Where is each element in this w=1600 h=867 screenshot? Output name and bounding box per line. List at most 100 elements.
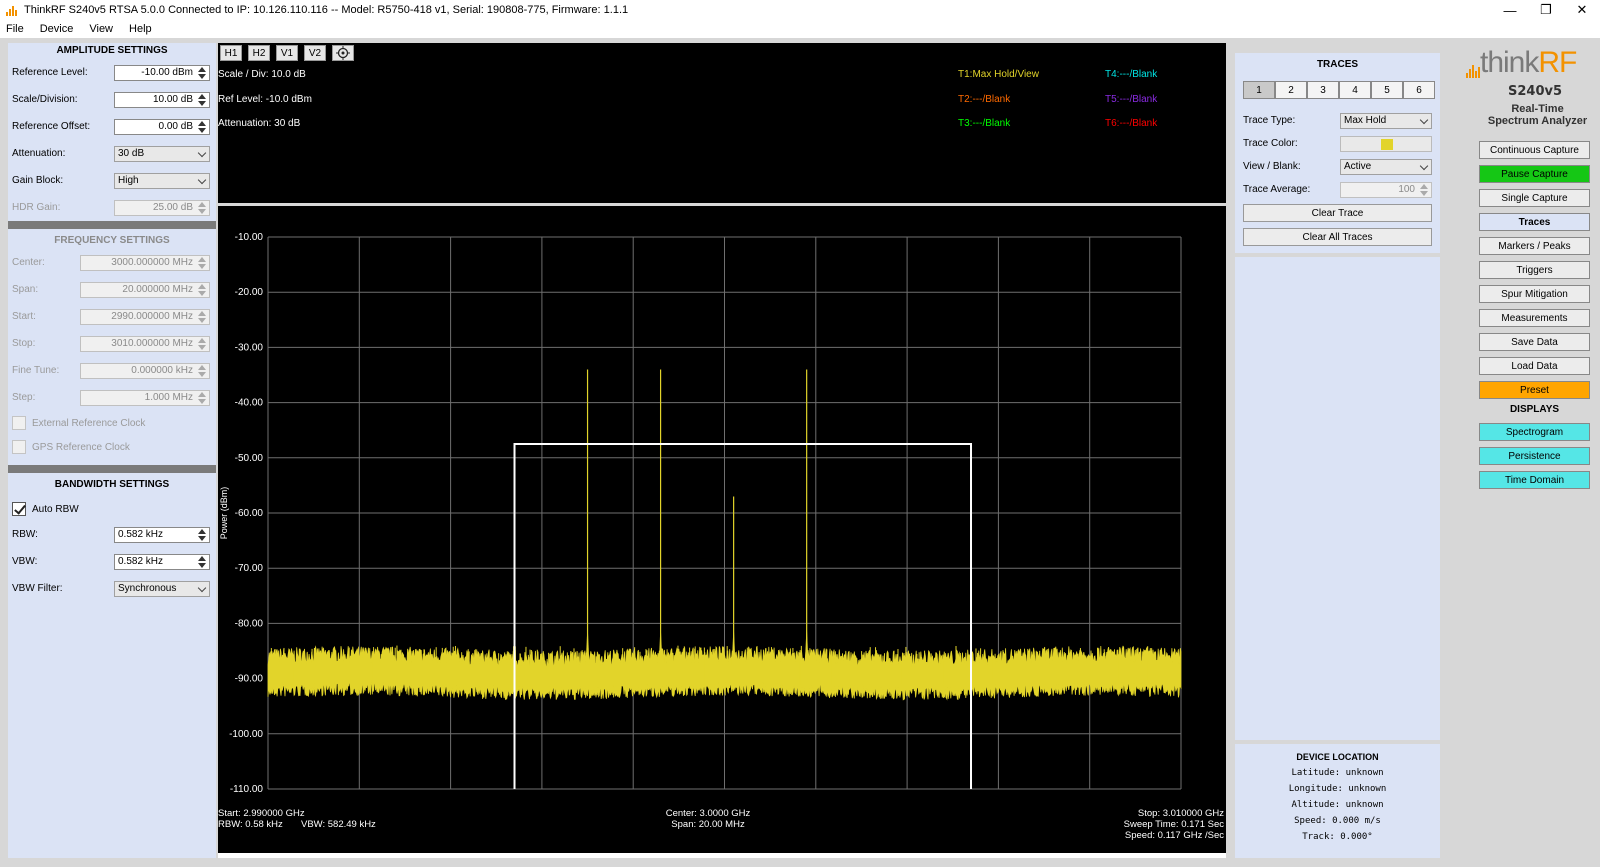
- y-tick-label: -50.00: [235, 453, 264, 464]
- reference-offset-input[interactable]: 0.00 dB: [114, 118, 210, 135]
- vbw-row: VBW: 0.582 kHz: [8, 548, 216, 575]
- chevron-down-icon: [197, 175, 207, 184]
- stop-input[interactable]: 3010.000000 MHz: [80, 335, 210, 352]
- close-button[interactable]: ✕: [1564, 0, 1600, 20]
- color-swatch-icon: [1381, 138, 1393, 150]
- v1-marker-button[interactable]: V1: [276, 45, 298, 61]
- spin-arrows-icon[interactable]: [1418, 183, 1430, 196]
- trace-average-input[interactable]: 100: [1340, 181, 1432, 198]
- gain-block-select[interactable]: High: [114, 172, 210, 189]
- markers-peaks-button[interactable]: Markers / Peaks: [1479, 237, 1590, 255]
- spin-arrows-icon[interactable]: [196, 337, 208, 350]
- trace-type-select[interactable]: Max Hold: [1340, 112, 1432, 129]
- span-value: 20.000000 MHz: [122, 284, 193, 295]
- crosshair-icon[interactable]: [332, 45, 354, 61]
- spin-arrows-icon[interactable]: [196, 391, 208, 404]
- stop-row: Stop: 3010.000000 MHz: [8, 330, 216, 357]
- restore-button[interactable]: ❐: [1528, 0, 1564, 20]
- rbw-input[interactable]: 0.582 kHz: [114, 526, 210, 543]
- speed-readout: Speed: 0.000 m/s: [1294, 816, 1381, 826]
- clear-trace-button[interactable]: Clear Trace: [1243, 204, 1432, 222]
- spin-arrows-icon[interactable]: [196, 66, 208, 79]
- trace-type-value: Max Hold: [1344, 115, 1387, 126]
- attenuation-row: Attenuation: 30 dB: [8, 140, 216, 167]
- trace-tab-5[interactable]: 5: [1371, 81, 1403, 99]
- spur-mitigation-button[interactable]: Spur Mitigation: [1479, 285, 1590, 303]
- spectrum-plot[interactable]: -10.00 -20.00 -30.00 -40.00 -50.00 -60.00 -70.…: [218, 206, 1226, 853]
- spin-arrows-icon[interactable]: [196, 256, 208, 269]
- spectrogram-button[interactable]: Spectrogram: [1479, 423, 1590, 441]
- trace-1-noise-floor: [267, 645, 1182, 701]
- spin-arrows-icon[interactable]: [196, 555, 208, 568]
- spin-arrows-icon[interactable]: [196, 283, 208, 296]
- attenuation-select[interactable]: 30 dB: [114, 145, 210, 162]
- traces-button[interactable]: Traces: [1479, 213, 1590, 231]
- spin-arrows-icon[interactable]: [196, 310, 208, 323]
- trace-legend-t3: T3:---/Blank: [958, 118, 1011, 129]
- trace-average-row: Trace Average: 100: [1235, 178, 1440, 201]
- scale-division-row: Scale/Division: 10.00 dB: [8, 86, 216, 113]
- trace-tab-1[interactable]: 1: [1243, 81, 1275, 99]
- clear-all-traces-button[interactable]: Clear All Traces: [1243, 228, 1432, 246]
- trace-tab-4[interactable]: 4: [1339, 81, 1371, 99]
- single-capture-button[interactable]: Single Capture: [1479, 189, 1590, 207]
- footer-speed: Speed: 0.117 GHz /Sec: [1125, 830, 1224, 841]
- scale-division-input[interactable]: 10.00 dB: [114, 91, 210, 108]
- minimize-button[interactable]: —: [1492, 0, 1528, 20]
- trace-tab-6[interactable]: 6: [1403, 81, 1435, 99]
- displays-heading: DISPLAYS: [1509, 404, 1560, 415]
- reference-level-row: Reference Level: -10.00 dBm: [8, 59, 216, 86]
- y-tick-label: -100.00: [229, 729, 263, 740]
- vbw-filter-select[interactable]: Synchronous: [114, 580, 210, 597]
- pause-capture-button[interactable]: Pause Capture: [1479, 165, 1590, 183]
- altitude-readout: Altitude: unknown: [1291, 800, 1384, 810]
- gps-reference-clock-checkbox[interactable]: GPS Reference Clock: [8, 435, 216, 459]
- reference-offset-label: Reference Offset:: [12, 121, 91, 132]
- center-value: 3000.000000 MHz: [111, 257, 193, 268]
- fine-tune-input[interactable]: 0.000000 kHz: [80, 362, 210, 379]
- menu-file[interactable]: File: [6, 23, 24, 35]
- device-location-heading: DEVICE LOCATION: [1296, 752, 1379, 762]
- settings-panel: AMPLITUDE SETTINGS Reference Level: -10.…: [8, 43, 216, 858]
- fine-tune-value: 0.000000 kHz: [131, 365, 193, 376]
- vbw-input[interactable]: 0.582 kHz: [114, 553, 210, 570]
- spin-arrows-icon[interactable]: [196, 528, 208, 541]
- auto-rbw-checkbox[interactable]: Auto RBW: [8, 497, 216, 521]
- trace-tab-2[interactable]: 2: [1275, 81, 1307, 99]
- traces-panel-empty: [1235, 257, 1440, 740]
- time-domain-button[interactable]: Time Domain: [1479, 471, 1590, 489]
- menu-help[interactable]: Help: [129, 23, 152, 35]
- menu-view[interactable]: View: [89, 23, 113, 35]
- hdr-gain-input[interactable]: 25.00 dB: [114, 199, 210, 216]
- start-input[interactable]: 2990.000000 MHz: [80, 308, 210, 325]
- step-input[interactable]: 1.000 MHz: [80, 389, 210, 406]
- amplitude-settings-heading: AMPLITUDE SETTINGS: [56, 45, 168, 56]
- checkbox-icon: [12, 502, 26, 516]
- spin-arrows-icon[interactable]: [196, 120, 208, 133]
- h1-marker-button[interactable]: H1: [220, 45, 242, 61]
- view-blank-select[interactable]: Active: [1340, 158, 1432, 175]
- triggers-button[interactable]: Triggers: [1479, 261, 1590, 279]
- spin-arrows-icon[interactable]: [196, 201, 208, 214]
- center-input[interactable]: 3000.000000 MHz: [80, 254, 210, 271]
- reference-level-input[interactable]: -10.00 dBm: [114, 64, 210, 81]
- preset-button[interactable]: Preset: [1479, 381, 1590, 399]
- external-reference-clock-checkbox[interactable]: External Reference Clock: [8, 411, 216, 435]
- menu-device[interactable]: Device: [40, 23, 74, 35]
- trace-tab-3[interactable]: 3: [1307, 81, 1339, 99]
- spectrum-plot-svg[interactable]: -10.00 -20.00 -30.00 -40.00 -50.00 -60.00 -70.…: [218, 206, 1226, 853]
- load-data-button[interactable]: Load Data: [1479, 357, 1590, 375]
- reference-offset-row: Reference Offset: 0.00 dB: [8, 113, 216, 140]
- trace-color-picker[interactable]: [1340, 135, 1432, 152]
- trace-legend-t6: T6:---/Blank: [1105, 118, 1158, 129]
- save-data-button[interactable]: Save Data: [1479, 333, 1590, 351]
- persistence-button[interactable]: Persistence: [1479, 447, 1590, 465]
- scale-division-label: Scale/Division:: [12, 94, 78, 105]
- measurements-button[interactable]: Measurements: [1479, 309, 1590, 327]
- h2-marker-button[interactable]: H2: [248, 45, 270, 61]
- spin-arrows-icon[interactable]: [196, 93, 208, 106]
- span-input[interactable]: 20.000000 MHz: [80, 281, 210, 298]
- spin-arrows-icon[interactable]: [196, 364, 208, 377]
- continuous-capture-button[interactable]: Continuous Capture: [1479, 141, 1590, 159]
- v2-marker-button[interactable]: V2: [304, 45, 326, 61]
